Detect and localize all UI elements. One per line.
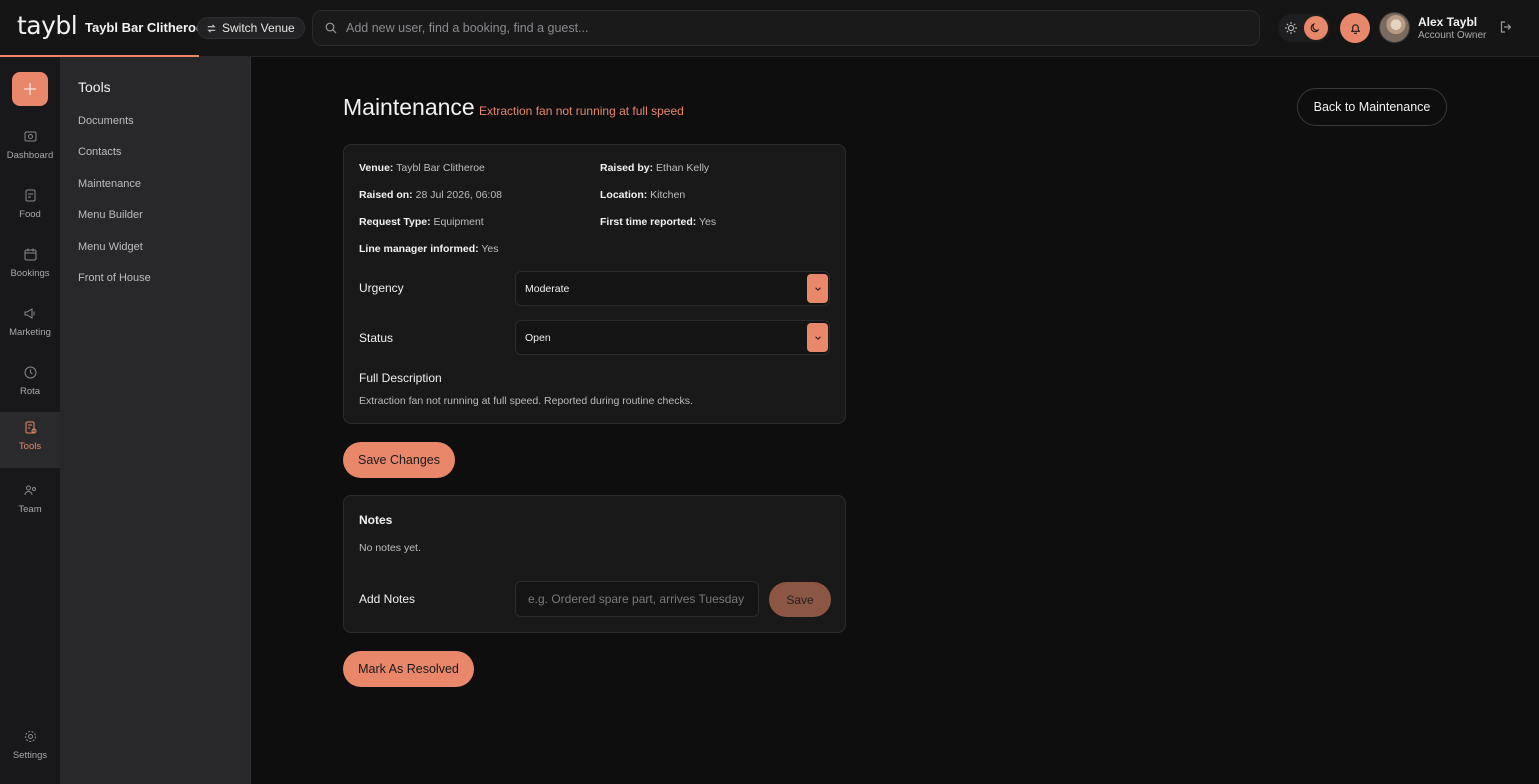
venue-label: Venue: bbox=[359, 162, 394, 174]
rail-item-marketing[interactable]: Marketing bbox=[0, 298, 60, 354]
venue-value: Taybl Bar Clitheroe bbox=[396, 162, 485, 174]
raised-on-field: Raised on: 28 Jul 2026, 06:08 bbox=[359, 189, 502, 201]
subnav-item-menu-builder[interactable]: Menu Builder bbox=[78, 209, 143, 221]
search-icon bbox=[325, 22, 337, 34]
notifications-button[interactable] bbox=[1340, 13, 1370, 43]
rail-label: Bookings bbox=[10, 268, 50, 279]
raised-by-value: Ethan Kelly bbox=[656, 162, 710, 174]
note-input[interactable] bbox=[515, 581, 759, 617]
urgency-value: Moderate bbox=[525, 282, 570, 295]
page-subtitle: Extraction fan not running at full speed bbox=[479, 104, 684, 118]
description-text: Extraction fan not running at full speed… bbox=[359, 395, 693, 407]
icon-rail: Dashboard Food Bookings Marketing Rota T… bbox=[0, 57, 60, 784]
back-to-maintenance-button[interactable]: Back to Maintenance bbox=[1297, 88, 1447, 126]
line-manager-field: Line manager informed: Yes bbox=[359, 243, 498, 255]
avatar[interactable] bbox=[1379, 12, 1410, 43]
bookings-icon bbox=[24, 248, 36, 261]
notes-card: Notes No notes yet. Add Notes Save bbox=[343, 495, 846, 633]
tools-icon bbox=[25, 421, 36, 434]
app-logo[interactable]: taybl bbox=[17, 11, 78, 40]
search-bar[interactable] bbox=[312, 10, 1260, 46]
rail-item-bookings[interactable]: Bookings bbox=[0, 239, 60, 295]
notes-empty-text: No notes yet. bbox=[359, 542, 421, 554]
top-bar: taybl Taybl Bar Clitheroe Switch Venue A… bbox=[0, 0, 1539, 57]
chevron-down-icon[interactable] bbox=[807, 323, 828, 352]
line-manager-value: Yes bbox=[481, 243, 499, 255]
logout-icon[interactable] bbox=[1499, 20, 1513, 34]
line-manager-label: Line manager informed: bbox=[359, 243, 479, 255]
rota-icon bbox=[24, 366, 36, 379]
rail-item-rota[interactable]: Rota bbox=[0, 357, 60, 413]
tools-subnav: Tools Documents Contacts Maintenance Men… bbox=[60, 57, 251, 784]
subnav-item-documents[interactable]: Documents bbox=[78, 115, 134, 127]
user-role: Account Owner bbox=[1418, 30, 1487, 41]
search-input[interactable] bbox=[346, 21, 1226, 35]
save-changes-button[interactable]: Save Changes bbox=[343, 442, 455, 478]
rail-item-settings[interactable]: Settings bbox=[0, 721, 60, 777]
add-button[interactable] bbox=[12, 72, 48, 106]
rail-item-dashboard[interactable]: Dashboard bbox=[0, 121, 60, 177]
rail-label: Team bbox=[18, 504, 42, 515]
rail-label: Tools bbox=[18, 441, 42, 452]
location-value: Kitchen bbox=[650, 189, 686, 201]
notes-title: Notes bbox=[359, 513, 393, 527]
switch-venue-button[interactable]: Switch Venue bbox=[197, 17, 305, 39]
venue-field: Venue: Taybl Bar Clitheroe bbox=[359, 162, 485, 174]
switch-venue-label: Switch Venue bbox=[222, 21, 295, 35]
subnav-item-contacts[interactable]: Contacts bbox=[78, 146, 121, 158]
rail-label: Marketing bbox=[9, 327, 51, 338]
sun-icon[interactable] bbox=[1284, 21, 1298, 35]
theme-toggle[interactable] bbox=[1278, 14, 1330, 42]
subnav-item-front-of-house[interactable]: Front of House bbox=[78, 272, 151, 284]
status-label: Status bbox=[359, 331, 394, 345]
switch-icon bbox=[207, 23, 216, 33]
status-select[interactable]: Open bbox=[515, 320, 830, 355]
urgency-select[interactable]: Moderate bbox=[515, 271, 830, 306]
description-title: Full Description bbox=[359, 371, 442, 385]
request-type-label: Request Type: bbox=[359, 216, 431, 228]
megaphone-icon bbox=[24, 308, 34, 319]
rail-label: Rota bbox=[19, 386, 41, 397]
page-title: Maintenance bbox=[343, 94, 475, 120]
add-notes-label: Add Notes bbox=[359, 592, 416, 606]
raised-on-value: 28 Jul 2026, 06:08 bbox=[415, 189, 503, 201]
venue-name: Taybl Bar Clitheroe bbox=[85, 20, 204, 35]
rail-label: Food bbox=[19, 209, 41, 220]
gear-icon bbox=[24, 731, 36, 742]
bell-icon bbox=[1350, 23, 1360, 34]
request-type-value: Equipment bbox=[433, 216, 484, 228]
subnav-item-maintenance[interactable]: Maintenance bbox=[78, 178, 141, 190]
first-time-value: Yes bbox=[699, 216, 717, 228]
subnav-item-menu-widget[interactable]: Menu Widget bbox=[78, 241, 143, 253]
location-field: Location: Kitchen bbox=[600, 189, 685, 201]
raised-on-label: Raised on: bbox=[359, 189, 413, 201]
urgency-label: Urgency bbox=[359, 281, 404, 295]
rail-label: Dashboard bbox=[6, 150, 54, 161]
rail-item-food[interactable]: Food bbox=[0, 180, 60, 236]
status-value: Open bbox=[525, 331, 551, 344]
location-label: Location: bbox=[600, 189, 648, 201]
moon-icon[interactable] bbox=[1304, 16, 1328, 40]
first-time-label: First time reported: bbox=[600, 216, 697, 228]
request-type-field: Request Type: Equipment bbox=[359, 216, 484, 228]
team-icon bbox=[24, 485, 36, 496]
subnav-title: Tools bbox=[78, 79, 111, 95]
save-note-button[interactable]: Save bbox=[769, 582, 831, 617]
rail-item-team[interactable]: Team bbox=[0, 475, 60, 531]
user-name[interactable]: Alex Taybl bbox=[1418, 15, 1477, 29]
raised-by-label: Raised by: bbox=[600, 162, 654, 174]
raised-by-field: Raised by: Ethan Kelly bbox=[600, 162, 709, 174]
rail-label: Settings bbox=[12, 750, 48, 761]
first-time-field: First time reported: Yes bbox=[600, 216, 716, 228]
chevron-down-icon[interactable] bbox=[807, 274, 828, 303]
dashboard-icon bbox=[24, 131, 36, 142]
rail-item-tools[interactable]: Tools bbox=[0, 412, 60, 468]
food-icon bbox=[25, 189, 35, 202]
mark-as-resolved-button[interactable]: Mark As Resolved bbox=[343, 651, 474, 687]
maintenance-details-card: Venue: Taybl Bar Clitheroe Raised by: Et… bbox=[343, 144, 846, 424]
plus-icon bbox=[24, 83, 36, 95]
